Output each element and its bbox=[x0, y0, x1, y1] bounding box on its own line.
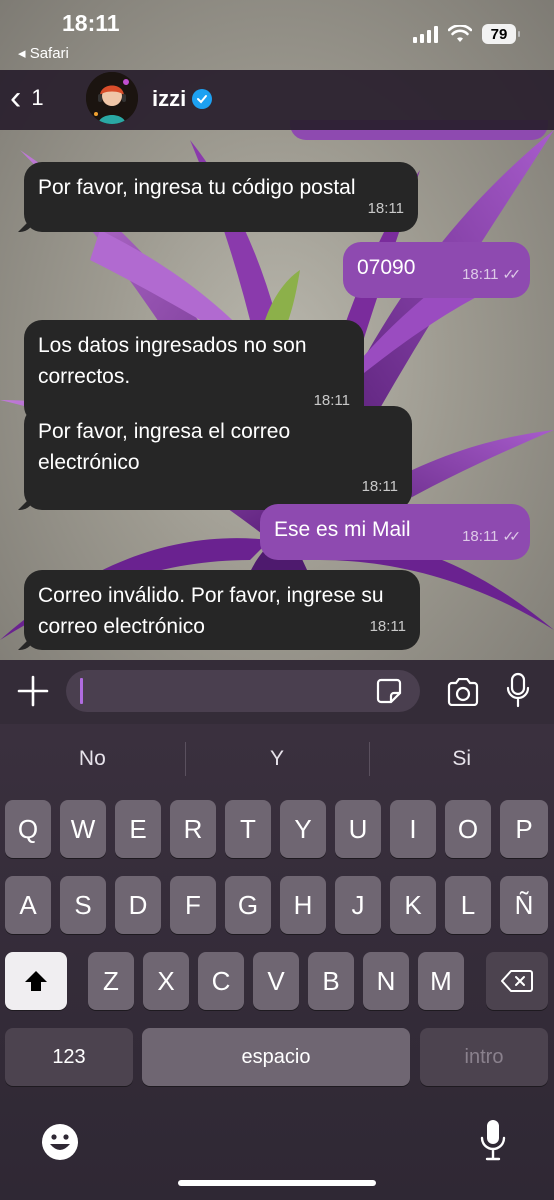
numbers-key[interactable]: 123 bbox=[5, 1028, 133, 1086]
microphone-icon[interactable] bbox=[506, 672, 530, 708]
message-time: 18:11 bbox=[361, 478, 398, 495]
message-bubble-incoming[interactable]: Por favor, ingresa el correo electrónico… bbox=[18, 406, 412, 510]
key-n[interactable]: N bbox=[363, 952, 409, 1010]
key-d[interactable]: D bbox=[115, 876, 161, 934]
cellular-signal-icon bbox=[413, 25, 438, 43]
message-text: Por favor, ingresa tu código postal bbox=[38, 176, 356, 199]
key-z[interactable]: Z bbox=[88, 952, 134, 1010]
key-y[interactable]: Y bbox=[280, 800, 326, 858]
verified-badge-icon bbox=[192, 89, 213, 109]
composer-bar bbox=[0, 660, 554, 724]
message-text: 07090 bbox=[357, 256, 416, 279]
message-list[interactable]: Por favor, ingresa tu código postal 18:1… bbox=[0, 120, 554, 660]
battery-indicator: 79 bbox=[482, 24, 520, 44]
key-r[interactable]: R bbox=[170, 800, 216, 858]
message-text: Ese es mi Mail bbox=[274, 518, 411, 541]
shift-key[interactable] bbox=[5, 952, 67, 1010]
sticker-icon[interactable] bbox=[376, 678, 402, 704]
contact-name[interactable]: izzi bbox=[152, 86, 213, 112]
contact-name-label: izzi bbox=[152, 86, 187, 111]
key-b[interactable]: B bbox=[308, 952, 354, 1010]
return-key[interactable]: intro bbox=[420, 1028, 548, 1086]
key-a[interactable]: A bbox=[5, 876, 51, 934]
key-v[interactable]: V bbox=[253, 952, 299, 1010]
key-f[interactable]: F bbox=[170, 876, 216, 934]
predictive-text-bar: No Y Si bbox=[0, 734, 554, 784]
camera-icon[interactable] bbox=[446, 678, 480, 706]
key-j[interactable]: J bbox=[335, 876, 381, 934]
key-x[interactable]: X bbox=[143, 952, 189, 1010]
key-l[interactable]: L bbox=[445, 876, 491, 934]
message-text: Correo inválido. Por favor, ingrese su c… bbox=[38, 584, 384, 638]
emoji-icon[interactable] bbox=[40, 1122, 80, 1162]
suggestion-2[interactable]: Y bbox=[184, 734, 370, 784]
bubble-tail bbox=[18, 494, 34, 510]
message-input[interactable] bbox=[66, 670, 420, 712]
plus-icon[interactable] bbox=[16, 674, 50, 708]
wifi-icon bbox=[448, 25, 472, 42]
bubble-tail bbox=[18, 216, 34, 232]
key-s[interactable]: S bbox=[60, 876, 106, 934]
status-bar: 18:11 ◂ Safari 79 bbox=[0, 0, 554, 70]
key-e[interactable]: E bbox=[115, 800, 161, 858]
message-time: 18:11 bbox=[367, 200, 404, 217]
read-receipt-icon: ✓✓ bbox=[502, 528, 522, 544]
space-key[interactable]: espacio bbox=[142, 1028, 410, 1086]
message-text: Por favor, ingresa el correo electrónico bbox=[38, 420, 291, 474]
back-to-safari-link[interactable]: ◂ Safari bbox=[18, 44, 69, 62]
message-bubble-incoming[interactable]: Por favor, ingresa tu código postal 18:1… bbox=[18, 162, 418, 232]
read-receipt-icon: ✓✓ bbox=[502, 266, 522, 282]
suggestion-1[interactable]: No bbox=[0, 734, 185, 784]
backspace-icon bbox=[501, 970, 533, 992]
suggestion-3[interactable]: Si bbox=[369, 734, 554, 784]
key-n-tilde[interactable]: Ñ bbox=[500, 876, 548, 934]
unread-count: 1 bbox=[31, 85, 44, 110]
keyboard: No Y Si Q W E R T Y U I O P A S D F G H … bbox=[0, 724, 554, 1200]
message-bubble-incoming[interactable]: Correo inválido. Por favor, ingrese su c… bbox=[18, 570, 420, 650]
key-g[interactable]: G bbox=[225, 876, 271, 934]
status-time: 18:11 bbox=[62, 10, 120, 36]
key-q[interactable]: Q bbox=[5, 800, 51, 858]
key-k[interactable]: K bbox=[390, 876, 436, 934]
dictation-microphone-icon[interactable] bbox=[480, 1118, 506, 1162]
key-p[interactable]: P bbox=[500, 800, 548, 858]
key-m[interactable]: M bbox=[418, 952, 464, 1010]
key-c[interactable]: C bbox=[198, 952, 244, 1010]
key-t[interactable]: T bbox=[225, 800, 271, 858]
delete-key[interactable] bbox=[486, 952, 548, 1010]
message-time: 18:11 ✓✓ bbox=[462, 259, 522, 290]
chevron-left-icon: ‹ bbox=[10, 79, 22, 117]
back-button[interactable]: ‹ 1 bbox=[10, 80, 44, 116]
message-bubble-outgoing[interactable]: 07090 18:11 ✓✓ bbox=[343, 242, 530, 298]
key-h[interactable]: H bbox=[280, 876, 326, 934]
home-indicator[interactable] bbox=[178, 1180, 376, 1186]
message-time: 18:11 ✓✓ bbox=[462, 521, 522, 552]
chat-header: ‹ 1 izzi bbox=[0, 70, 554, 130]
message-time: 18:11 bbox=[369, 618, 406, 635]
key-o[interactable]: O bbox=[445, 800, 491, 858]
shift-arrow-icon bbox=[25, 971, 47, 991]
bubble-tail bbox=[18, 634, 34, 650]
contact-avatar[interactable] bbox=[86, 72, 138, 124]
key-i[interactable]: I bbox=[390, 800, 436, 858]
key-w[interactable]: W bbox=[60, 800, 106, 858]
message-bubble-outgoing[interactable]: Ese es mi Mail 18:11 ✓✓ bbox=[260, 504, 530, 560]
status-icons: 79 bbox=[413, 24, 520, 44]
text-caret bbox=[80, 678, 83, 704]
agent-avatar-icon bbox=[86, 72, 138, 124]
key-u[interactable]: U bbox=[335, 800, 381, 858]
message-text: Los datos ingresados no son correctos. bbox=[38, 334, 307, 388]
